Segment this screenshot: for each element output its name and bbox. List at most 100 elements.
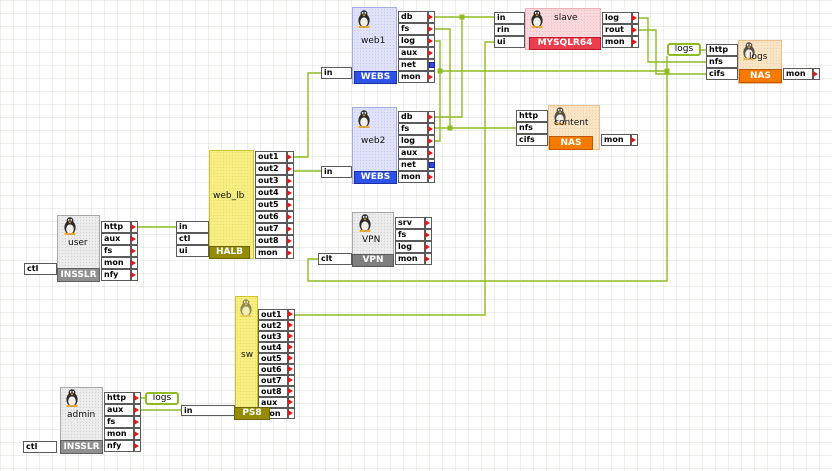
port-user-nfy[interactable]: nfy [101, 269, 131, 281]
port-web_lb-out6[interactable]: out6 [255, 211, 287, 223]
port-vpn-log[interactable]: log [395, 241, 425, 253]
port-admin-http[interactable]: http [104, 392, 134, 404]
port-glyph-cell-web2-fs[interactable] [428, 123, 435, 135]
port-glyph-cell-sw-out4[interactable] [288, 342, 295, 353]
port-glyph-cell-sw-out2[interactable] [288, 320, 295, 331]
port-admin-mon[interactable]: mon [104, 428, 134, 440]
port-glyph-cell-user-fs[interactable] [131, 245, 138, 257]
port-web_lb-out3[interactable]: out3 [255, 175, 287, 187]
port-glyph-cell-web1-aux[interactable] [428, 47, 435, 59]
port-web2-net[interactable]: net [398, 159, 428, 171]
port-glyph-cell-admin-aux[interactable] [134, 404, 141, 416]
port-web2-fs[interactable]: fs [398, 123, 428, 135]
port-glyph-cell-user-aux[interactable] [131, 233, 138, 245]
lan-logs-bottom[interactable]: logs [145, 392, 179, 405]
port-glyph-cell-admin-mon[interactable] [134, 428, 141, 440]
port-slave-rout[interactable]: rout [602, 24, 632, 36]
port-glyph-cell-sw-out5[interactable] [288, 353, 295, 364]
port-sw-in[interactable]: in [181, 405, 235, 416]
port-glyph-cell-web2-db[interactable] [428, 111, 435, 123]
port-glyph-cell-web_lb-out4[interactable] [287, 187, 294, 199]
port-glyph-cell-user-http[interactable] [131, 221, 138, 233]
port-admin-fs[interactable]: fs [104, 416, 134, 428]
port-glyph-cell-web_lb-out3[interactable] [287, 175, 294, 187]
port-web_lb-out1[interactable]: out1 [255, 151, 287, 163]
port-glyph-cell-web_lb-out1[interactable] [287, 151, 294, 163]
port-glyph-cell-web1-log[interactable] [428, 35, 435, 47]
port-web_lb-out4[interactable]: out4 [255, 187, 287, 199]
port-sw-out4[interactable]: out4 [258, 342, 288, 353]
port-logs-mon[interactable]: mon [783, 68, 813, 80]
port-glyph-cell-user-mon[interactable] [131, 257, 138, 269]
port-glyph-cell-logs-mon[interactable] [813, 68, 820, 80]
port-sw-out5[interactable]: out5 [258, 353, 288, 364]
port-admin-ctl[interactable]: ctl [23, 441, 57, 453]
port-web_lb-out8[interactable]: out8 [255, 235, 287, 247]
port-slave-ui[interactable]: ui [494, 36, 525, 48]
port-glyph-cell-web1-fs[interactable] [428, 23, 435, 35]
port-user-ctl[interactable]: ctl [24, 263, 57, 275]
port-user-http[interactable]: http [101, 221, 131, 233]
port-vpn-fs[interactable]: fs [395, 229, 425, 241]
port-content-mon[interactable]: mon [601, 134, 631, 146]
port-glyph-cell-web_lb-out8[interactable] [287, 235, 294, 247]
port-web_lb-out2[interactable]: out2 [255, 163, 287, 175]
port-glyph-cell-web_lb-out7[interactable] [287, 223, 294, 235]
port-glyph-cell-sw-out1[interactable] [288, 309, 295, 320]
port-glyph-cell-slave-rout[interactable] [632, 24, 639, 36]
port-glyph-cell-slave-log[interactable] [632, 12, 639, 24]
port-web_lb-ui[interactable]: ui [176, 245, 209, 257]
port-user-fs[interactable]: fs [101, 245, 131, 257]
port-glyph-cell-vpn-fs[interactable] [425, 229, 432, 241]
port-glyph-cell-web2-aux[interactable] [428, 147, 435, 159]
node-web_lb[interactable] [209, 150, 254, 259]
port-web_lb-ctl[interactable]: ctl [176, 233, 209, 245]
port-glyph-cell-web2-log[interactable] [428, 135, 435, 147]
port-glyph-cell-content-mon[interactable] [631, 134, 638, 146]
port-sw-out7[interactable]: out7 [258, 375, 288, 386]
port-slave-log[interactable]: log [602, 12, 632, 24]
port-web1-log[interactable]: log [398, 35, 428, 47]
port-web2-log[interactable]: log [398, 135, 428, 147]
port-web1-in[interactable]: in [321, 67, 352, 79]
port-slave-mon[interactable]: mon [602, 36, 632, 48]
port-vpn-clt[interactable]: clt [318, 253, 352, 265]
port-glyph-cell-web2-mon[interactable] [428, 171, 435, 183]
port-content-nfs[interactable]: nfs [516, 122, 548, 134]
port-sw-out3[interactable]: out3 [258, 331, 288, 342]
port-web2-db[interactable]: db [398, 111, 428, 123]
port-glyph-cell-sw-aux[interactable] [288, 397, 295, 408]
port-sw-out1[interactable]: out1 [258, 309, 288, 320]
port-web1-aux[interactable]: aux [398, 47, 428, 59]
lan-logs-top[interactable]: logs [667, 43, 701, 56]
port-glyph-cell-admin-fs[interactable] [134, 416, 141, 428]
port-vpn-srv[interactable]: srv [395, 217, 425, 229]
port-web_lb-in[interactable]: in [176, 221, 209, 233]
port-slave-rin[interactable]: rin [494, 24, 525, 36]
port-web2-mon[interactable]: mon [398, 171, 428, 183]
port-glyph-cell-admin-http[interactable] [134, 392, 141, 404]
port-content-cifs[interactable]: cifs [516, 134, 548, 146]
port-glyph-cell-sw-mon[interactable] [288, 408, 295, 419]
port-content-http[interactable]: http [516, 110, 548, 122]
port-admin-aux[interactable]: aux [104, 404, 134, 416]
port-sw-out2[interactable]: out2 [258, 320, 288, 331]
port-glyph-cell-sw-out6[interactable] [288, 364, 295, 375]
port-user-mon[interactable]: mon [101, 257, 131, 269]
port-user-aux[interactable]: aux [101, 233, 131, 245]
port-glyph-cell-web_lb-out2[interactable] [287, 163, 294, 175]
port-web1-net[interactable]: net [398, 59, 428, 71]
port-web1-fs[interactable]: fs [398, 23, 428, 35]
port-slave-in[interactable]: in [494, 12, 525, 24]
port-glyph-cell-web_lb-out6[interactable] [287, 211, 294, 223]
port-logs-nfs[interactable]: nfs [706, 56, 738, 68]
port-glyph-cell-web1-mon[interactable] [428, 71, 435, 83]
port-web_lb-out5[interactable]: out5 [255, 199, 287, 211]
port-logs-cifs[interactable]: cifs [706, 68, 738, 80]
port-glyph-cell-web_lb-out5[interactable] [287, 199, 294, 211]
port-glyph-cell-web1-db[interactable] [428, 11, 435, 23]
port-glyph-cell-slave-mon[interactable] [632, 36, 639, 48]
port-glyph-cell-web1-net[interactable] [428, 59, 435, 71]
port-web_lb-out7[interactable]: out7 [255, 223, 287, 235]
port-glyph-cell-admin-nfy[interactable] [134, 440, 141, 452]
